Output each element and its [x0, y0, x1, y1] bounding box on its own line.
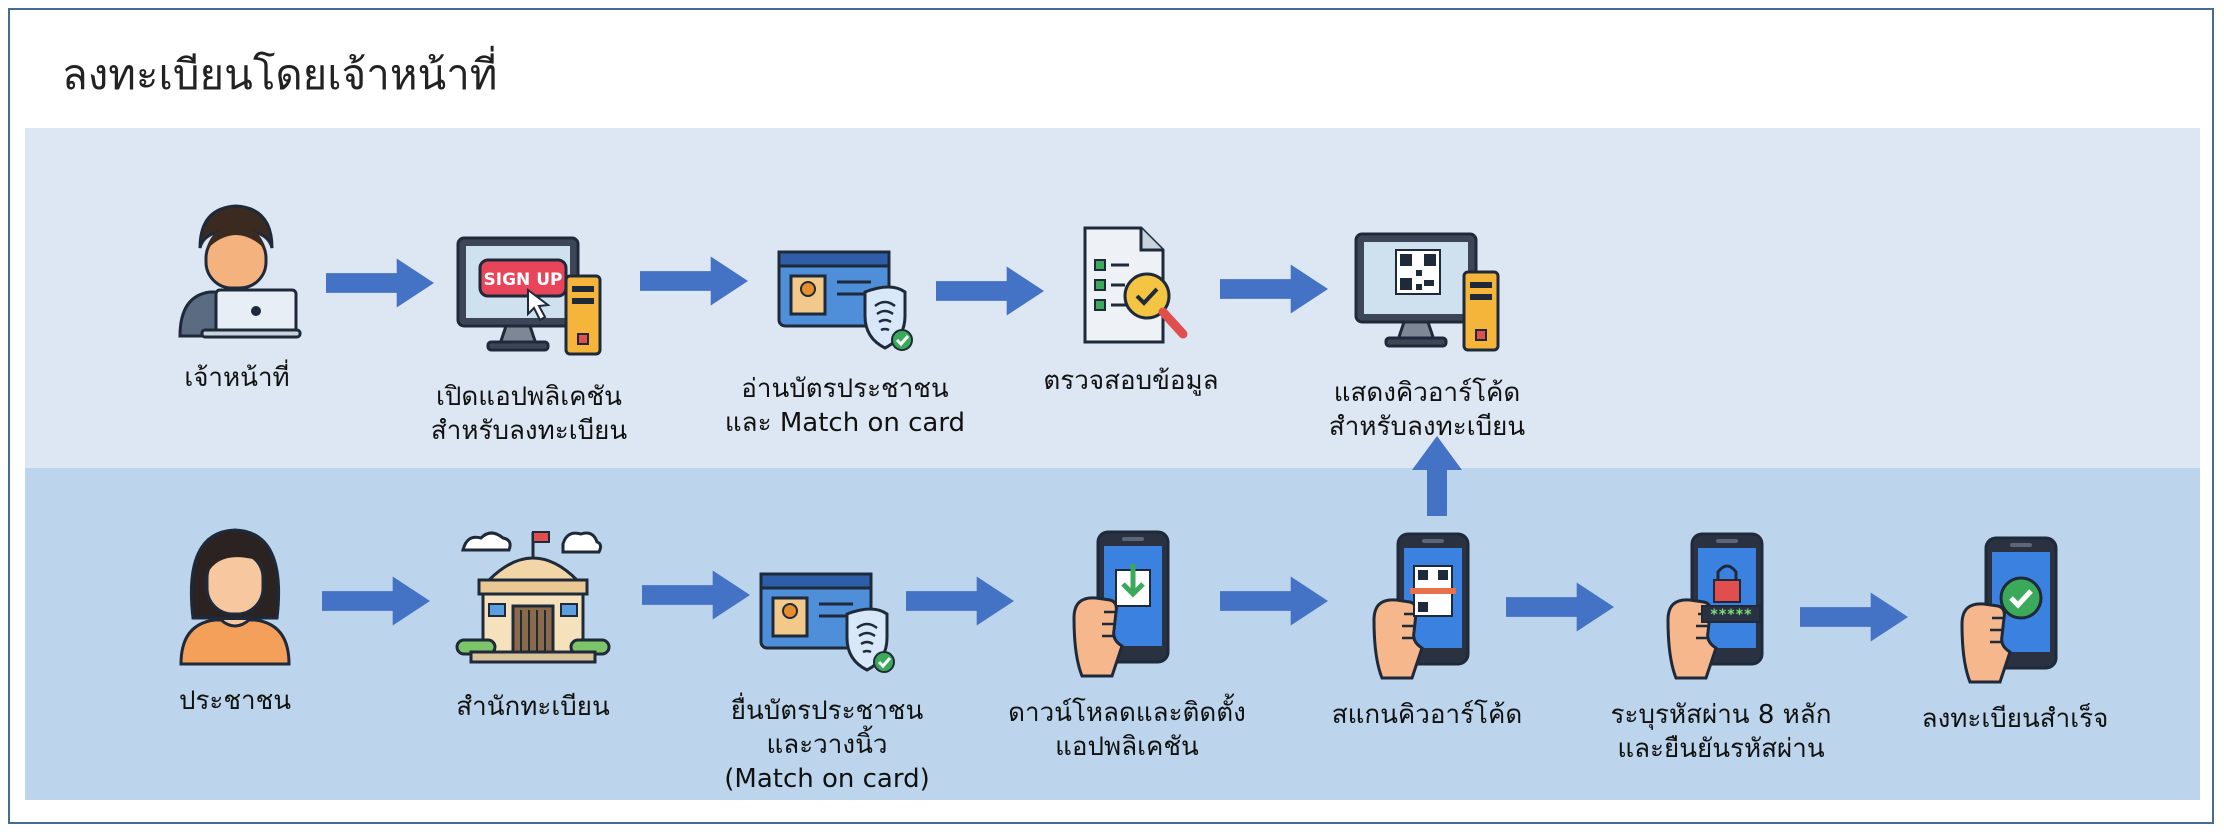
- registration-office-icon: [455, 531, 611, 664]
- signup-computer-icon: SIGN UP: [454, 232, 604, 362]
- phone-password-icon: *****: [1666, 530, 1776, 680]
- flow-arrow-up: [1412, 436, 1462, 516]
- step-label: สำนักทะเบียน: [456, 692, 610, 722]
- step-label: ลงทะเบียนสำเร็จ: [1921, 704, 2109, 734]
- id-card-fingerprint-icon: [757, 566, 897, 676]
- step-label: ระบุรหัสผ่าน 8 หลัก และยืนยันรหัสผ่าน: [1610, 700, 1832, 764]
- step-registration-office: สำนักทะเบียน: [388, 522, 678, 724]
- phone-success-icon: [1960, 534, 2070, 684]
- citizen-woman-icon: [179, 528, 291, 666]
- step-label: เปิดแอปพลิเคชัน สำหรับลงทะเบียน: [430, 382, 628, 446]
- step-label: ตรวจสอบข้อมูล: [1043, 366, 1219, 396]
- step-registration-success: ลงทะเบียนสำเร็จ: [1870, 534, 2160, 736]
- officer-laptop-icon: [178, 204, 302, 339]
- qr-computer-icon: [1352, 228, 1502, 358]
- step-label: อ่านบัตรประชาชน และ Match on card: [724, 374, 966, 438]
- step-enter-password: ***** ระบุรหัสผ่าน 8 หลัก และยืนยันรหัสผ…: [1576, 530, 1866, 766]
- step-open-app: SIGN UP เปิดแอปพลิเคชัน สำหรับลงทะเบียน: [384, 232, 674, 448]
- step-label: แสดงคิวอาร์โค้ด สำหรับลงทะเบียน: [1328, 378, 1526, 442]
- step-label: ยื่นบัตรประชาชน และวางนิ้ว (Match on car…: [724, 696, 930, 794]
- step-label: ดาวน์โหลดและติดตั้ง แอปพลิเคชัน: [1008, 698, 1246, 762]
- page-title: ลงทะเบียนโดยเจ้าหน้าที่: [62, 50, 498, 99]
- phone-qr-scan-icon: [1372, 530, 1482, 680]
- signup-screen-text: SIGN UP: [484, 270, 563, 290]
- step-label: ประชาชน: [178, 686, 292, 716]
- password-screen-text: *****: [1710, 607, 1752, 623]
- step-label: เจ้าหน้าที่: [184, 363, 290, 393]
- document-check-icon: [1083, 226, 1188, 344]
- step-show-qr: แสดงคิวอาร์โค้ด สำหรับลงทะเบียน: [1282, 228, 1572, 444]
- step-label: สแกนคิวอาร์โค้ด: [1331, 700, 1523, 730]
- phone-download-icon: [1072, 528, 1182, 678]
- step-download-app: ดาวน์โหลดและติดตั้ง แอปพลิเคชัน: [982, 528, 1272, 764]
- id-card-fingerprint-icon: [775, 244, 915, 354]
